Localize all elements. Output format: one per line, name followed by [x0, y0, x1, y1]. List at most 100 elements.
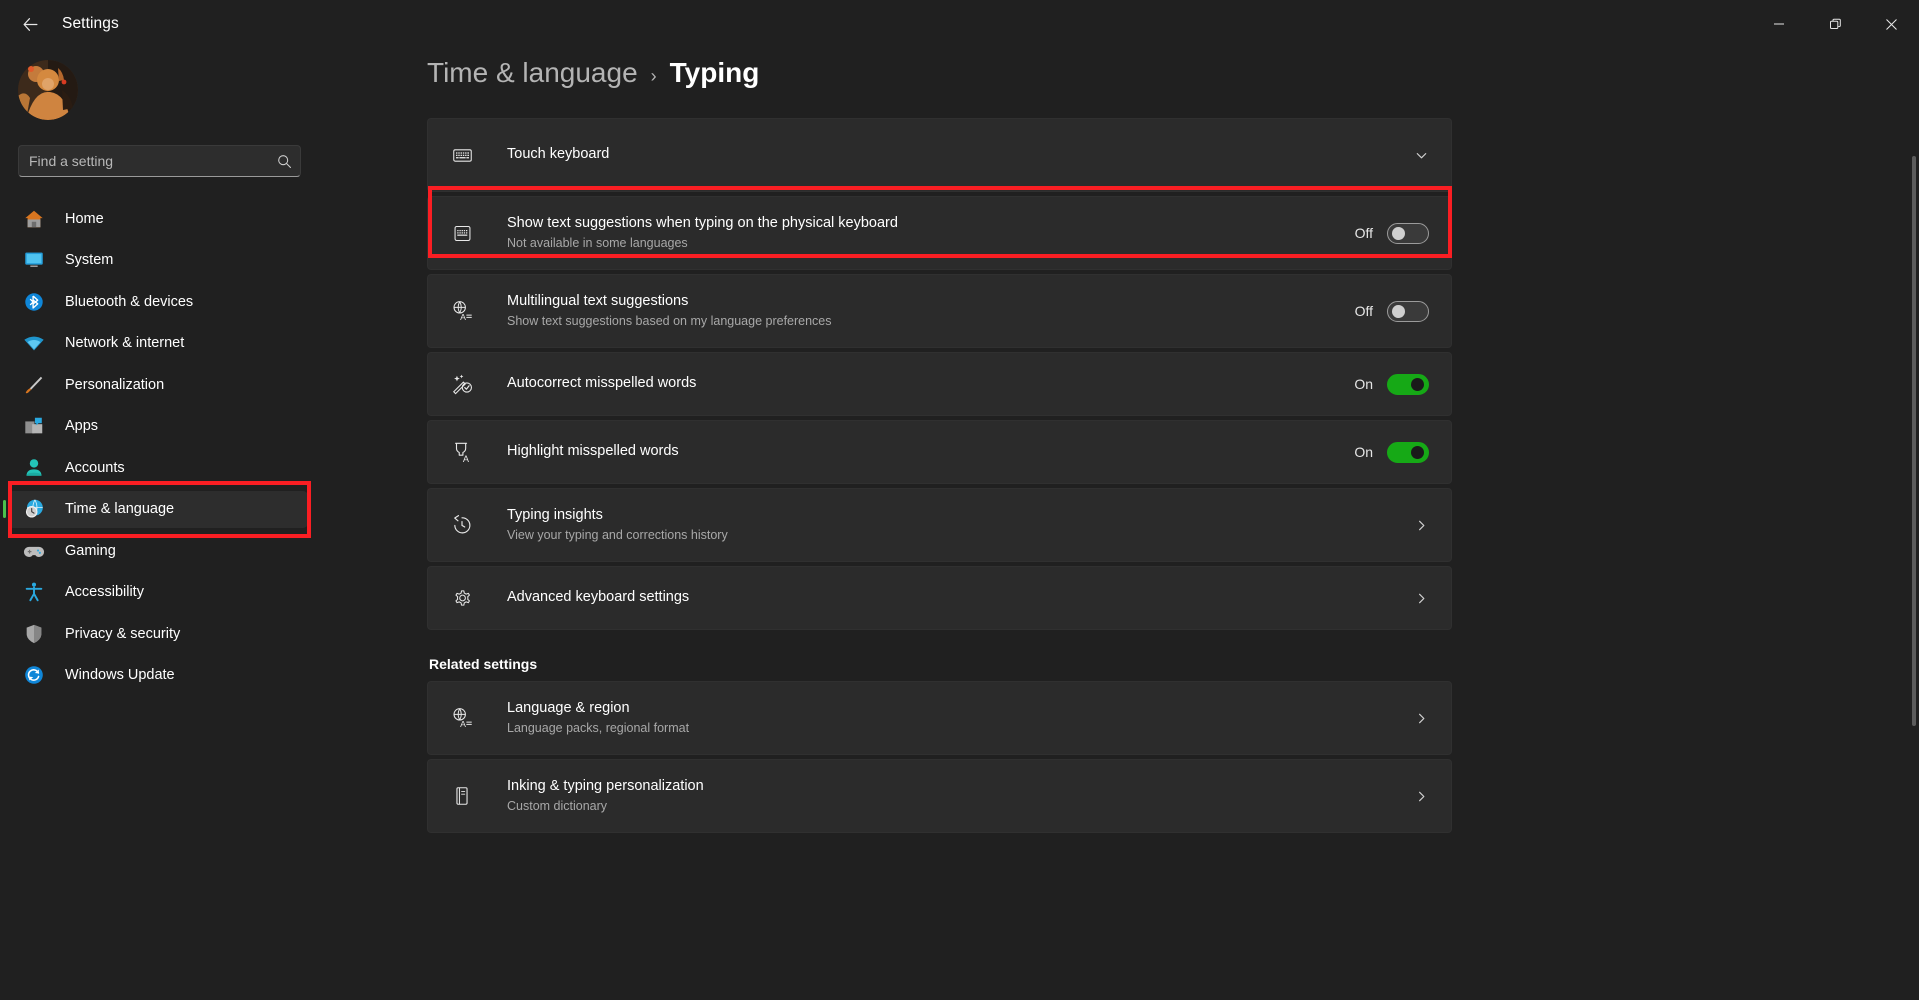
chevron-down-icon[interactable]: [1414, 148, 1429, 163]
setting-text: Language & region Language packs, region…: [507, 699, 1414, 737]
setting-title: Touch keyboard: [507, 146, 610, 163]
settings-list: Touch keyboard Show text suggestions whe…: [427, 118, 1452, 837]
setting-row-multilingual-text-suggestions[interactable]: A Multilingual text suggestions Show tex…: [427, 274, 1452, 348]
back-button[interactable]: [10, 8, 50, 40]
avatar[interactable]: [18, 60, 78, 120]
sidebar-item-gaming[interactable]: Gaming: [8, 532, 308, 569]
sidebar-item-label: Windows Update: [65, 667, 175, 683]
setting-control: [1414, 148, 1429, 163]
setting-text: Inking & typing personalization Custom d…: [507, 777, 1414, 815]
sidebar-item-label: Personalization: [65, 376, 165, 393]
setting-title: Language & region: [507, 699, 630, 716]
toggle-state-label: Off: [1354, 303, 1373, 319]
setting-control: On: [1354, 373, 1429, 395]
setting-subtitle: Show text suggestions based on my langua…: [507, 314, 832, 329]
toggle-state-label: On: [1354, 444, 1373, 460]
sidebar-item-label: Time & language: [65, 501, 175, 517]
chevron-right-icon[interactable]: [1414, 518, 1429, 533]
setting-text: Show text suggestions when typing on the…: [507, 214, 1355, 252]
paintbrush-icon: [22, 373, 46, 397]
setting-row-show-text-suggestions[interactable]: Show text suggestions when typing on the…: [427, 196, 1452, 270]
scrollbar[interactable]: [1912, 108, 1916, 998]
setting-title: Advanced keyboard settings: [507, 589, 690, 606]
svg-text:A: A: [460, 312, 466, 322]
related-row-language-region[interactable]: A Language & region Language packs, regi…: [427, 681, 1452, 755]
minimize-button[interactable]: [1751, 0, 1807, 48]
toggle-knob: [1411, 377, 1424, 391]
user-avatar-image: [18, 60, 78, 120]
home-icon: [22, 207, 46, 231]
setting-subtitle: View your typing and corrections history: [507, 528, 728, 543]
accessibility-icon: [22, 580, 46, 604]
toggle-knob: [1392, 226, 1405, 240]
sidebar-item-network-internet[interactable]: Network & internet: [8, 325, 308, 362]
sidebar-item-windows-update[interactable]: Windows Update: [8, 657, 308, 694]
setting-row-typing-insights[interactable]: Typing insights View your typing and cor…: [427, 488, 1452, 562]
sidebar-item-privacy-security[interactable]: Privacy & security: [8, 615, 308, 652]
setting-control: [1414, 518, 1429, 533]
setting-text: Typing insights View your typing and cor…: [507, 506, 1414, 544]
chevron-right-icon[interactable]: [1414, 591, 1429, 606]
toggle-state-label: Off: [1354, 225, 1373, 241]
maximize-icon: [1829, 18, 1841, 29]
sidebar-item-accounts[interactable]: Accounts: [8, 449, 308, 486]
search-box[interactable]: [18, 145, 301, 177]
setting-title: Typing insights: [507, 506, 603, 523]
chevron-right-icon[interactable]: [1414, 711, 1429, 726]
setting-text: Autocorrect misspelled words: [507, 374, 1354, 394]
breadcrumb-separator: ›: [650, 66, 657, 86]
time-language-icon: [22, 497, 46, 521]
toggle-knob: [1411, 445, 1424, 459]
sidebar-item-accessibility[interactable]: Accessibility: [8, 574, 308, 611]
toggle-highlight-misspelled-words[interactable]: [1387, 441, 1429, 463]
language-icon: A: [448, 707, 476, 729]
sidebar-item-personalization[interactable]: Personalization: [8, 366, 308, 403]
setting-row-autocorrect-misspelled-words[interactable]: Autocorrect misspelled words On: [427, 352, 1452, 416]
setting-row-highlight-misspelled-words[interactable]: A Highlight misspelled words On: [427, 420, 1452, 484]
setting-row-advanced-keyboard-settings[interactable]: Advanced keyboard settings: [427, 566, 1452, 630]
highlighter-icon: A: [448, 441, 476, 463]
close-button[interactable]: [1863, 0, 1919, 48]
keyboard-icon: [448, 223, 476, 244]
setting-subtitle: Language packs, regional format: [507, 721, 690, 736]
window-title: Settings: [62, 15, 119, 32]
setting-text: Touch keyboard: [507, 145, 1414, 165]
search-input[interactable]: [19, 153, 268, 169]
sidebar-item-label: System: [65, 252, 114, 268]
system-icon: [22, 248, 46, 272]
scrollbar-thumb[interactable]: [1912, 156, 1916, 726]
sidebar-item-apps[interactable]: Apps: [8, 408, 308, 445]
setting-row-touch-keyboard[interactable]: Touch keyboard: [427, 118, 1452, 192]
setting-control: On: [1354, 441, 1429, 463]
svg-text:A: A: [460, 719, 466, 729]
sidebar-item-label: Accessibility: [65, 584, 144, 600]
toggle-autocorrect-misspelled-words[interactable]: [1387, 373, 1429, 395]
setting-control: Off: [1354, 222, 1429, 244]
toggle-state-label: On: [1354, 376, 1373, 392]
apps-icon: [22, 414, 46, 438]
close-icon: [1885, 18, 1897, 30]
sidebar-item-label: Privacy & security: [65, 625, 181, 642]
search-button[interactable]: [268, 154, 300, 169]
bluetooth-icon: [22, 290, 46, 314]
sidebar-item-time-language[interactable]: Time & language: [3, 490, 308, 528]
sidebar-item-system[interactable]: System: [8, 242, 308, 279]
chevron-right-icon[interactable]: [1414, 789, 1429, 804]
gaming-icon: [22, 539, 46, 563]
sidebar-item-bluetooth-devices[interactable]: Bluetooth & devices: [8, 283, 308, 320]
setting-title: Show text suggestions when typing on the…: [507, 214, 898, 231]
setting-control: [1414, 711, 1429, 726]
breadcrumb-parent[interactable]: Time & language: [427, 57, 638, 89]
maximize-button[interactable]: [1807, 0, 1863, 48]
setting-subtitle: Not available in some languages: [507, 236, 688, 251]
toggle-show-text-suggestions[interactable]: [1387, 222, 1429, 244]
sidebar-nav: Home System Bluetooth & devices Network …: [3, 200, 308, 698]
sidebar-item-label: Apps: [65, 418, 99, 434]
setting-title: Inking & typing personalization: [507, 777, 704, 794]
setting-control: [1414, 789, 1429, 804]
related-row-inking-typing-personalization[interactable]: Inking & typing personalization Custom d…: [427, 759, 1452, 833]
sidebar: Home System: [0, 48, 404, 1000]
toggle-multilingual-text-suggestions[interactable]: [1387, 300, 1429, 322]
sidebar-item-home[interactable]: Home: [8, 200, 308, 237]
main-content: Time & language › Typing Touch keyboard …: [404, 48, 1919, 1000]
